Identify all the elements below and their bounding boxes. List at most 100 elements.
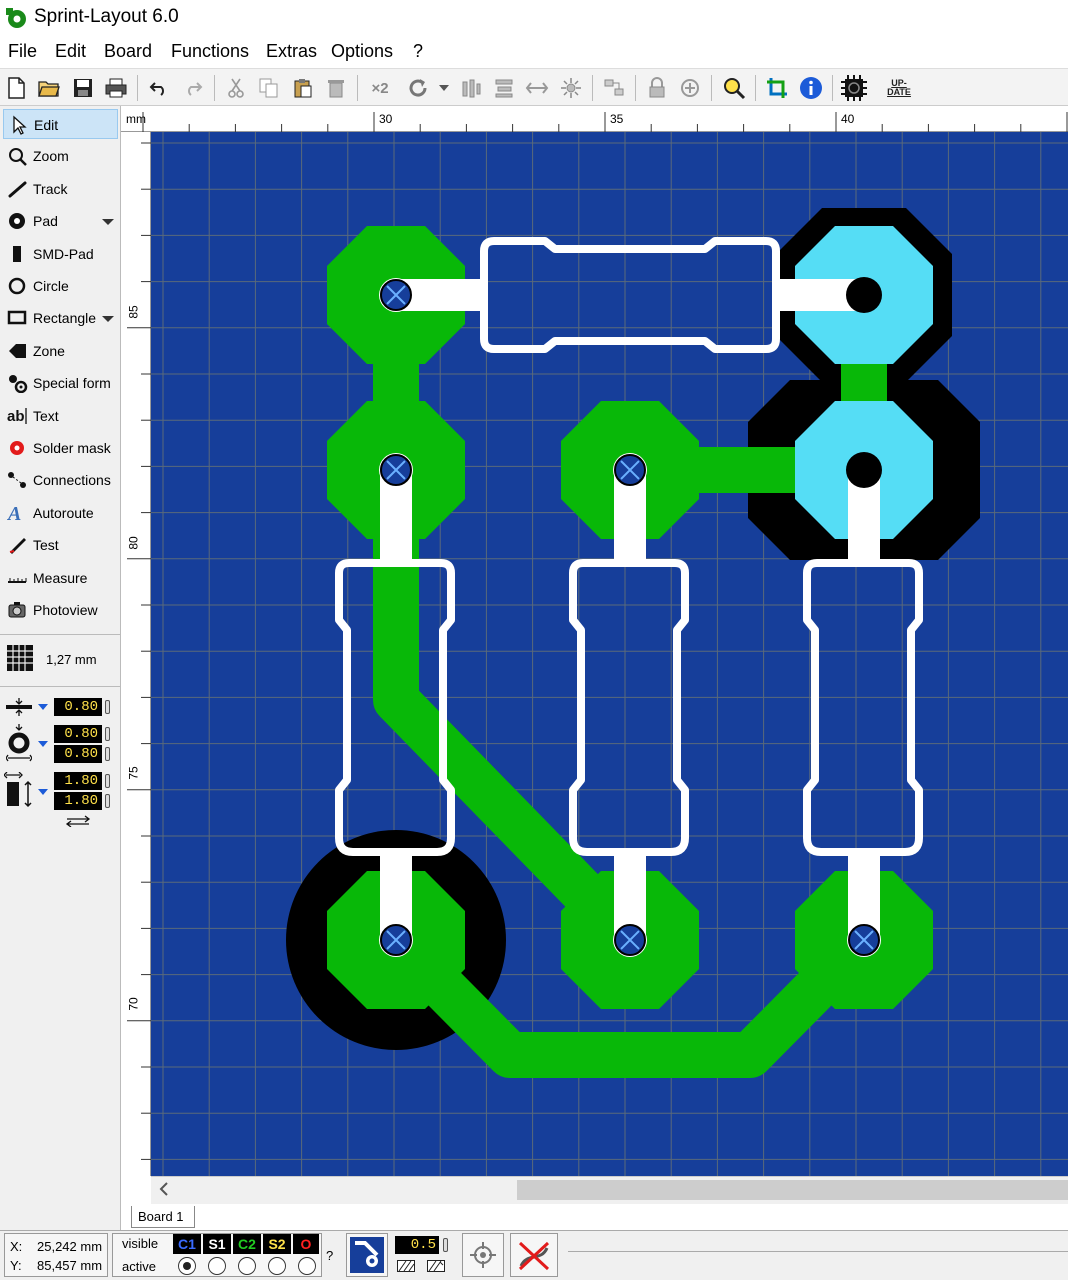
help-marker[interactable]: ? [326,1248,333,1263]
cut-icon[interactable] [223,75,249,101]
grid-size-label[interactable]: 1,27 mm [46,652,97,667]
tool-zoom[interactable]: Zoom [3,141,118,171]
menu-extras[interactable]: Extras [266,41,317,62]
undo-icon[interactable] [146,75,172,101]
rotate-dropdown-icon[interactable] [436,75,452,101]
tab-board-1[interactable]: Board 1 [131,1206,195,1228]
layer-active-radio[interactable] [208,1257,226,1275]
scrollbar-thumb[interactable] [517,1180,1068,1200]
special-form-icon [9,375,28,394]
menu-help[interactable]: ? [413,41,423,62]
tool-label: Photoview [33,602,98,618]
tool-circle[interactable]: Circle [3,271,118,301]
print-icon[interactable] [103,75,129,101]
menu-bar: File Edit Board Functions Extras Options… [0,36,1068,68]
track-width-spinner[interactable] [105,700,110,714]
layer-chip-c1[interactable]: C1 [173,1234,201,1254]
tool-edit[interactable]: Edit [3,109,118,139]
grid-icon[interactable] [6,644,34,672]
group-icon[interactable] [601,75,627,101]
crop-route-icon[interactable] [764,75,790,101]
open-folder-icon[interactable] [36,75,62,101]
fill-pattern-alt-icon[interactable] [427,1259,445,1272]
tool-dropdown-icon[interactable] [102,316,114,323]
zone-icon [9,343,26,358]
rotate-icon[interactable] [405,75,431,101]
tool-rectangle[interactable]: Rectangle [3,303,118,333]
info-icon[interactable] [798,75,824,101]
layer-chip-s1[interactable]: S1 [203,1234,231,1254]
zoom-value[interactable]: 0.5 [395,1236,439,1254]
pad-outer-value[interactable]: 0.80 [54,725,102,743]
smd-height-value[interactable]: 1.80 [54,792,102,810]
layer-active-radio[interactable] [178,1257,196,1275]
layer-chip-s2[interactable]: S2 [263,1234,291,1254]
smd-width-value[interactable]: 1.80 [54,772,102,790]
pad-inner-spinner[interactable] [105,747,110,761]
layer-active-radio[interactable] [268,1257,286,1275]
drill-hole-marked [379,278,413,312]
pcb-canvas[interactable] [151,132,1068,1176]
pad-outer-spinner[interactable] [105,727,110,741]
tool-label: Track [33,180,68,197]
ruler-top [121,106,1068,132]
new-file-icon[interactable] [3,75,29,101]
chip-component-icon[interactable] [841,75,867,101]
update-button[interactable]: UP- DATE [884,75,914,101]
tool-test[interactable]: Test [3,530,118,560]
tool-solder-mask[interactable]: Solder mask [3,433,118,463]
track-width-value[interactable]: 0.80 [54,698,102,716]
layer-active-radio[interactable] [298,1257,316,1275]
drill-hole [846,452,882,488]
layer-chip-o[interactable]: O [293,1234,319,1254]
menu-board[interactable]: Board [104,41,152,62]
save-icon[interactable] [70,75,96,101]
redo-icon[interactable] [180,75,206,101]
delete-icon[interactable] [323,75,349,101]
paste-icon[interactable] [290,75,316,101]
tool-label: Rectangle [33,310,97,327]
mirror-icon[interactable] [524,75,550,101]
smd-width-spinner[interactable] [105,774,110,788]
tool-zone[interactable]: Zone [3,336,118,366]
align-horizontal-icon[interactable] [491,75,517,101]
unlock-icon[interactable] [677,75,703,101]
layer-active-radio[interactable] [238,1257,256,1275]
duplicate-x2-icon[interactable]: ×2 [366,75,394,101]
tool-text[interactable]: ab Text [3,401,118,431]
rubberband-off-icon[interactable] [515,1238,553,1274]
tool-special-form[interactable]: Special form [3,368,118,398]
swap-dimensions-icon[interactable] [64,814,92,828]
zoom-fit-icon[interactable] [721,75,747,101]
tool-connections[interactable]: Connections [3,465,118,495]
pad-size-dropdown-icon[interactable] [38,741,48,747]
tool-autoroute[interactable]: A Autoroute [3,498,118,528]
smd-size-dropdown-icon[interactable] [38,789,48,795]
tool-track[interactable]: Track [3,174,118,204]
tool-smd-pad[interactable]: SMD-Pad [3,239,118,269]
layer-mode-icon[interactable] [350,1237,384,1273]
tool-pad[interactable]: Pad [3,206,118,236]
tool-dropdown-icon[interactable] [102,219,114,226]
zoom-spinner[interactable] [443,1238,448,1252]
menu-options[interactable]: Options [331,41,393,62]
tool-label: Zone [33,342,65,359]
tool-photoview[interactable]: Photoview [3,595,118,625]
track-width-dropdown-icon[interactable] [38,704,48,710]
layer-chip-c2[interactable]: C2 [233,1234,261,1254]
menu-file[interactable]: File [8,41,37,62]
tool-label: Pad [33,213,58,230]
pad-inner-value[interactable]: 0.80 [54,745,102,763]
scroll-left-icon[interactable] [158,1181,172,1199]
fill-pattern-icon[interactable] [397,1259,415,1272]
menu-functions[interactable]: Functions [171,41,249,62]
copy-icon[interactable] [256,75,282,101]
explode-icon[interactable] [558,75,584,101]
window-title: Sprint-Layout 6.0 [34,6,179,27]
menu-edit[interactable]: Edit [55,41,86,62]
smd-height-spinner[interactable] [105,794,110,808]
tool-measure[interactable]: Measure [3,563,118,593]
lock-icon[interactable] [644,75,670,101]
align-vertical-icon[interactable] [458,75,484,101]
crosshair-icon[interactable] [468,1240,498,1270]
